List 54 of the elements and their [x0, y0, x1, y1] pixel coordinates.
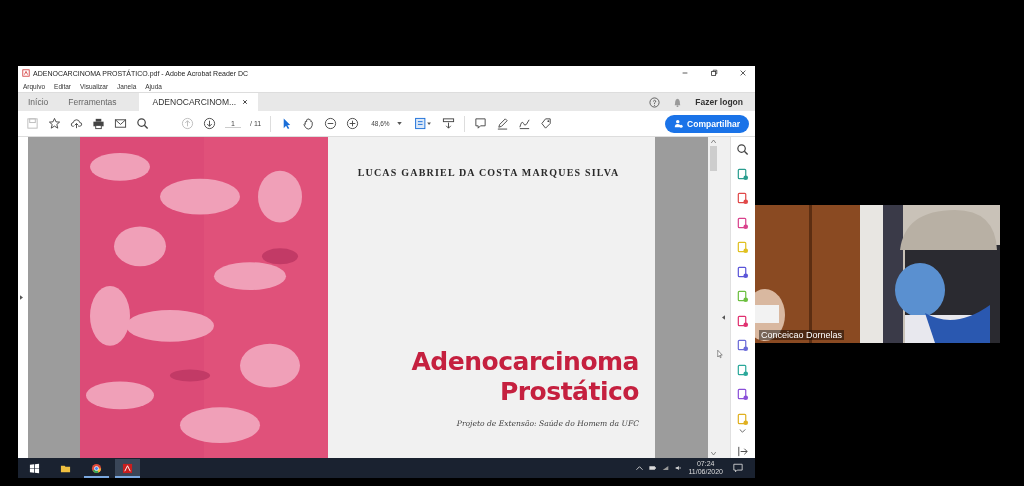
page-fit-icon[interactable] — [413, 117, 433, 130]
document-title: Prostático — [499, 377, 639, 407]
restore-icon[interactable] — [710, 69, 718, 77]
tag-icon[interactable] — [539, 117, 553, 130]
add-person-icon — [674, 119, 684, 128]
tool-icon[interactable] — [736, 314, 750, 328]
tool-icon[interactable] — [736, 167, 750, 181]
participant-name: Conceicao Dornelas — [759, 330, 845, 340]
wifi-icon[interactable] — [662, 465, 670, 471]
zoom-out-icon[interactable] — [324, 117, 338, 130]
print-icon[interactable] — [92, 117, 105, 130]
mouse-pointer-icon — [717, 349, 723, 359]
help-icon[interactable] — [649, 96, 661, 108]
collapse-panel-icon[interactable] — [722, 315, 726, 320]
author-name: LUCAS GABRIEL DA COSTA MARQUES SILVA — [357, 167, 620, 178]
signature-icon[interactable] — [517, 117, 531, 130]
star-icon[interactable] — [48, 117, 61, 130]
close-icon[interactable] — [242, 99, 249, 105]
scroll-down-icon[interactable] — [710, 452, 716, 455]
tool-icon[interactable] — [736, 339, 750, 352]
zoom-in-icon[interactable] — [346, 117, 360, 130]
tool-icon[interactable] — [736, 265, 750, 279]
tab[interactable]: Ferramentas — [58, 93, 127, 111]
scrollbar[interactable] — [708, 137, 718, 458]
expand-panel-icon[interactable] — [20, 295, 23, 300]
scroll-mode-icon[interactable] — [441, 117, 455, 130]
tab[interactable]: Início — [18, 93, 59, 111]
login-link[interactable]: Fazer logon — [695, 97, 743, 107]
mail-icon[interactable] — [114, 117, 127, 130]
comment-icon[interactable] — [473, 117, 487, 130]
pdf-file-icon — [22, 69, 30, 77]
search-icon[interactable] — [136, 117, 149, 130]
document-title: Adenocarcinoma — [411, 347, 639, 377]
collapse-icon[interactable] — [736, 444, 750, 458]
tool-icon[interactable] — [736, 192, 750, 205]
chevron-up-icon[interactable] — [636, 465, 644, 471]
scroll-thumb[interactable] — [709, 146, 717, 171]
speaker-icon[interactable] — [675, 465, 683, 471]
battery-icon[interactable] — [649, 465, 657, 471]
cloud-upload-icon[interactable] — [70, 117, 83, 130]
chevron-down-icon[interactable] — [739, 429, 747, 433]
scroll-up-icon[interactable] — [710, 140, 716, 143]
tab[interactable]: ADENOCARCINOM... — [138, 93, 259, 111]
tool-icon[interactable] — [736, 363, 750, 377]
tool-icon[interactable] — [736, 388, 750, 401]
pen-icon[interactable] — [495, 117, 509, 130]
notification-icon[interactable] — [733, 463, 743, 473]
share-button[interactable]: Compartilhar — [665, 114, 749, 133]
zoom-icon[interactable] — [736, 143, 750, 156]
tool-icon[interactable] — [736, 216, 750, 230]
close-icon[interactable] — [739, 69, 747, 77]
page-down-icon[interactable] — [203, 117, 216, 130]
pdf-app-icon[interactable] — [115, 458, 140, 478]
caret-icon — [396, 122, 402, 125]
